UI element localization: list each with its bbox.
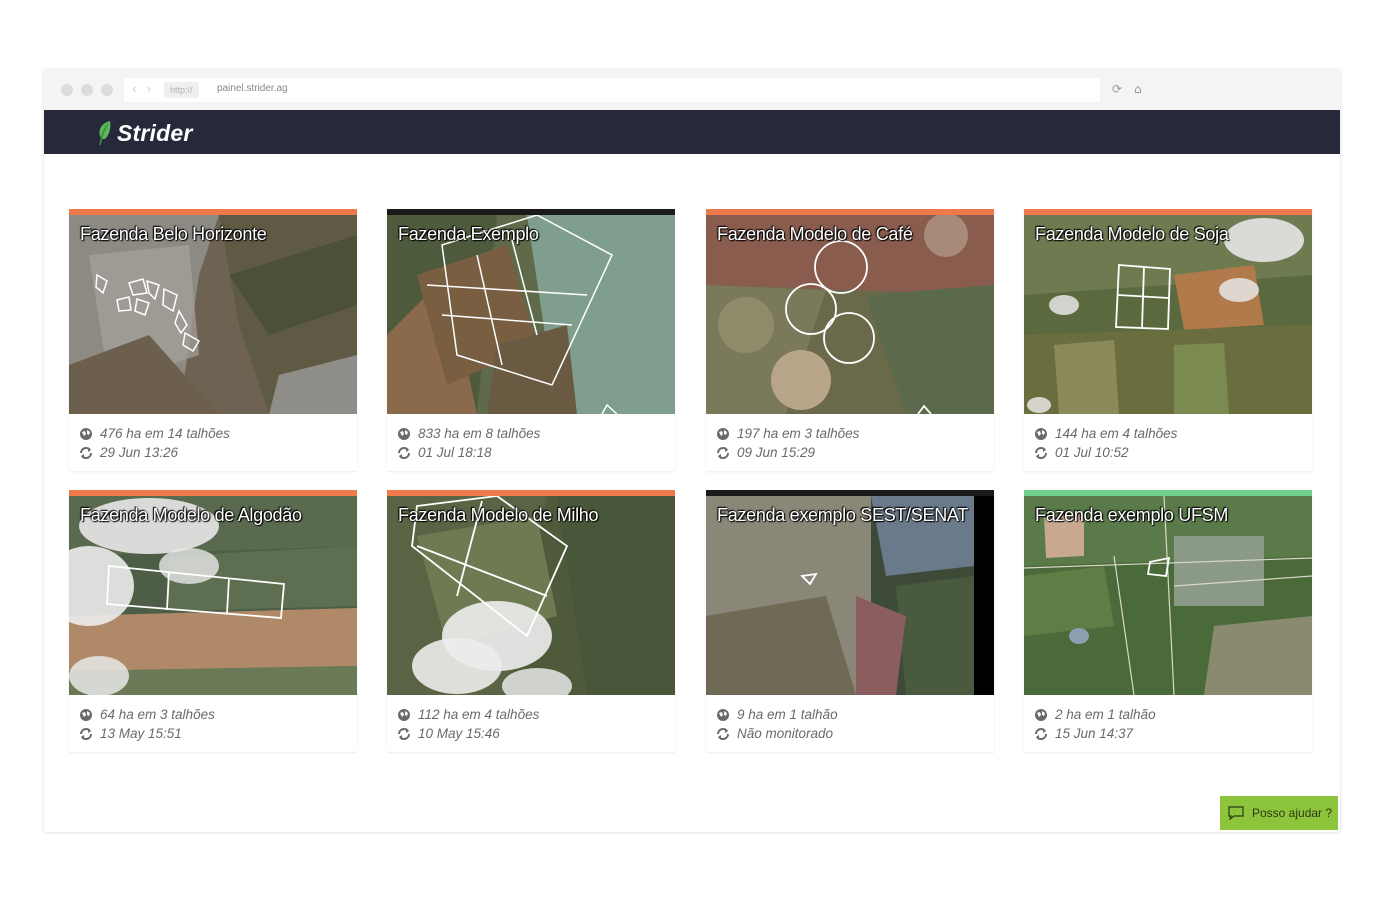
- refresh-icon: [80, 727, 92, 740]
- farm-area-text: 197 ha em 3 talhões: [737, 426, 860, 441]
- farm-updated-text: 15 Jun 14:37: [1055, 726, 1134, 741]
- window-minimize-dot[interactable]: [81, 84, 93, 96]
- globe-icon: [398, 708, 410, 721]
- farm-area: 833 ha em 8 talhões: [397, 426, 540, 441]
- help-label: Posso ajudar ?: [1252, 806, 1333, 820]
- refresh-icon: [80, 446, 92, 459]
- farm-area-text: 9 ha em 1 talhão: [737, 707, 838, 722]
- farm-updated: Não monitorado: [716, 726, 833, 741]
- farm-title: Fazenda exemplo SEST/SENAT: [717, 505, 968, 525]
- leaf-icon: [99, 121, 111, 146]
- refresh-icon: [398, 446, 410, 459]
- farm-updated-text: 29 Jun 13:26: [100, 445, 179, 460]
- farm-title: Fazenda Modelo de Café: [717, 224, 913, 244]
- help-chat-button[interactable]: Posso ajudar ?: [1220, 796, 1338, 830]
- farm-updated: 13 May 15:51: [79, 726, 182, 741]
- refresh-icon: [1035, 446, 1047, 459]
- farm-area: 197 ha em 3 talhões: [716, 426, 859, 441]
- app-header: Strider: [44, 110, 1340, 154]
- globe-icon: [1035, 708, 1047, 721]
- satellite-thumbnail[interactable]: Fazenda Belo Horizonte: [69, 215, 357, 414]
- farm-card[interactable]: Fazenda Modelo de Algodão 64 ha em 3 tal…: [69, 490, 357, 752]
- farm-area: 64 ha em 3 talhões: [79, 707, 215, 722]
- satellite-thumbnail[interactable]: Fazenda Modelo de Café: [706, 215, 994, 414]
- farm-title: Fazenda Belo Horizonte: [80, 224, 267, 244]
- chat-bubble-icon: [1228, 806, 1244, 820]
- farm-updated-text: 13 May 15:51: [100, 726, 182, 741]
- farm-updated: 29 Jun 13:26: [79, 445, 178, 460]
- farm-card[interactable]: Fazenda exemplo UFSM 2 ha em 1 talhão 15…: [1024, 490, 1312, 752]
- farm-area-text: 2 ha em 1 talhão: [1055, 707, 1156, 722]
- farm-updated: 01 Jul 10:52: [1034, 445, 1129, 460]
- farm-title: Fazenda Modelo de Algodão: [80, 505, 302, 525]
- farm-area-text: 64 ha em 3 talhões: [100, 707, 215, 722]
- strider-logo[interactable]: Strider: [96, 120, 193, 146]
- farm-area: 9 ha em 1 talhão: [716, 707, 838, 722]
- refresh-icon: [1035, 727, 1047, 740]
- farm-updated-text: 01 Jul 10:52: [1055, 445, 1129, 460]
- refresh-icon: [398, 727, 410, 740]
- satellite-thumbnail[interactable]: Fazenda exemplo UFSM: [1024, 496, 1312, 695]
- farm-area-text: 833 ha em 8 talhões: [418, 426, 541, 441]
- url-protocol: http://: [164, 82, 199, 98]
- farm-area: 2 ha em 1 talhão: [1034, 707, 1156, 722]
- satellite-thumbnail[interactable]: Fazenda Modelo de Algodão: [69, 496, 357, 695]
- farm-card[interactable]: Fazenda Modelo de Soja 144 ha em 4 talhõ…: [1024, 209, 1312, 471]
- farm-updated: 01 Jul 18:18: [397, 445, 492, 460]
- globe-icon: [717, 708, 729, 721]
- globe-icon: [80, 427, 92, 440]
- satellite-thumbnail[interactable]: Fazenda Modelo de Milho: [387, 496, 675, 695]
- farm-area-text: 144 ha em 4 talhões: [1055, 426, 1178, 441]
- farm-updated-text: 01 Jul 18:18: [418, 445, 492, 460]
- home-icon[interactable]: ⌂: [1134, 82, 1142, 96]
- browser-window: ‹ › http:// painel.strider.ag ⟳ ⌂ Stride…: [44, 70, 1340, 832]
- logo-text: Strider: [117, 119, 193, 146]
- farm-title: Fazenda Modelo de Soja: [1035, 224, 1229, 244]
- farm-updated-text: 10 May 15:46: [418, 726, 500, 741]
- refresh-icon: [717, 727, 729, 740]
- globe-icon: [1035, 427, 1047, 440]
- window-close-dot[interactable]: [61, 84, 73, 96]
- globe-icon: [80, 708, 92, 721]
- farm-area-text: 112 ha em 4 talhões: [418, 707, 540, 722]
- farm-card[interactable]: Fazenda Modelo de Milho 112 ha em 4 talh…: [387, 490, 675, 752]
- farm-area: 476 ha em 14 talhões: [79, 426, 230, 441]
- farm-card[interactable]: Fazenda Belo Horizonte 476 ha em 14 talh…: [69, 209, 357, 471]
- address-bar[interactable]: ‹ › http:// painel.strider.ag: [124, 78, 1100, 102]
- farm-title: Fazenda Exemplo: [398, 224, 539, 244]
- refresh-icon: [717, 446, 729, 459]
- farm-updated: 10 May 15:46: [397, 726, 500, 741]
- window-maximize-dot[interactable]: [101, 84, 113, 96]
- farm-area: 144 ha em 4 talhões: [1034, 426, 1177, 441]
- farm-card[interactable]: Fazenda Exemplo 833 ha em 8 talhões 01 J…: [387, 209, 675, 471]
- farm-area-text: 476 ha em 14 talhões: [100, 426, 230, 441]
- farm-title: Fazenda Modelo de Milho: [398, 505, 599, 525]
- farm-title: Fazenda exemplo UFSM: [1035, 505, 1229, 525]
- satellite-thumbnail[interactable]: Fazenda Exemplo: [387, 215, 675, 414]
- url-text[interactable]: painel.strider.ag: [217, 83, 288, 94]
- farm-updated: 09 Jun 15:29: [716, 445, 815, 460]
- globe-icon: [398, 427, 410, 440]
- farm-area: 112 ha em 4 talhões: [397, 707, 539, 722]
- farm-updated-text: 09 Jun 15:29: [737, 445, 816, 460]
- browser-toolbar: ‹ › http:// painel.strider.ag ⟳ ⌂: [44, 70, 1340, 110]
- farm-updated-text: Não monitorado: [737, 726, 834, 741]
- farm-updated: 15 Jun 14:37: [1034, 726, 1133, 741]
- farm-card[interactable]: Fazenda Modelo de Café 197 ha em 3 talhõ…: [706, 209, 994, 471]
- back-forward-arrows[interactable]: ‹ ›: [132, 82, 154, 96]
- satellite-thumbnail[interactable]: Fazenda exemplo SEST/SENAT: [706, 496, 994, 695]
- globe-icon: [717, 427, 729, 440]
- farm-card[interactable]: Fazenda exemplo SEST/SENAT 9 ha em 1 tal…: [706, 490, 994, 752]
- reload-icon[interactable]: ⟳: [1112, 82, 1122, 96]
- satellite-thumbnail[interactable]: Fazenda Modelo de Soja: [1024, 215, 1312, 414]
